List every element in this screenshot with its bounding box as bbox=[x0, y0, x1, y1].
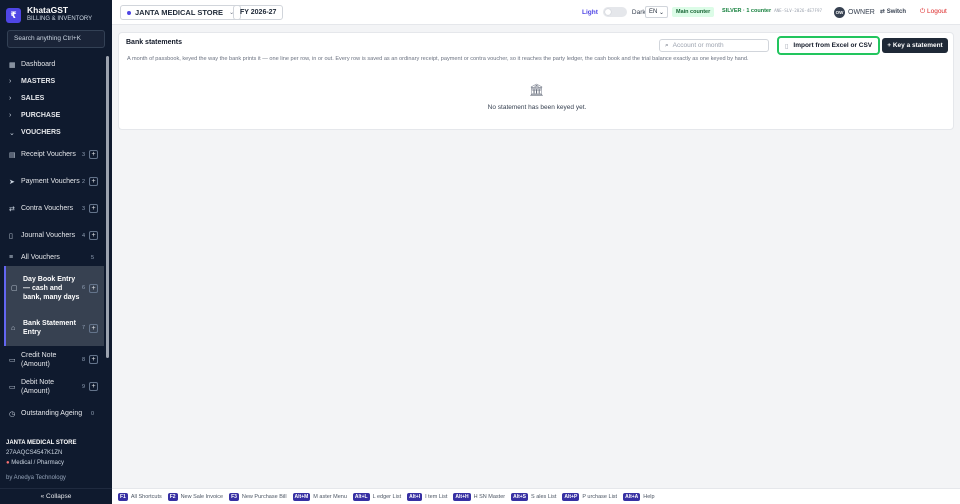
user-role: OWNER bbox=[848, 8, 875, 16]
receipt-icon: ▤ bbox=[9, 151, 16, 159]
shortcut-alt-h[interactable]: Alt+H H SN Master bbox=[453, 492, 505, 501]
note-icon: ▭ bbox=[9, 383, 16, 391]
shortcut-bar: F1 All Shortcuts F2 New Sale Invoice F3 New… bbox=[112, 488, 960, 504]
language-selector[interactable]: EN ⌄ bbox=[645, 6, 669, 18]
app-name: KhataGST bbox=[27, 5, 69, 15]
clock-icon: ◷ bbox=[9, 410, 16, 418]
license-code: ANE-SLV-2026-4E7F97 bbox=[774, 8, 823, 13]
grid-icon: ▦ bbox=[9, 61, 16, 69]
add-journal-voucher-button[interactable]: + bbox=[89, 231, 98, 240]
counter-badge: Main counter bbox=[672, 7, 715, 17]
sidebar-item-day-book-entry[interactable]: ▢ Day Book Entry — cash and bank, many d… bbox=[4, 266, 104, 310]
power-icon: ⏻ bbox=[920, 8, 926, 15]
shortcut-f3[interactable]: F3 New Purchase Bill bbox=[229, 492, 287, 501]
send-icon: ➤ bbox=[9, 178, 15, 186]
brand[interactable]: ₹ KhataGST BILLING & INVENTORY bbox=[6, 6, 92, 24]
pill-icon: ● bbox=[6, 460, 10, 466]
add-day-book-entry-button[interactable]: + bbox=[89, 283, 98, 293]
bank-statements-panel: Bank statements ⌕ Account or month ▯ Imp… bbox=[118, 32, 954, 130]
topbar: JANTA MEDICAL STORE ⌄ FY 2026-27 Light D… bbox=[112, 0, 960, 25]
chevron-right-icon: › bbox=[9, 112, 12, 119]
note-icon: ▭ bbox=[9, 356, 16, 364]
chevron-right-icon: › bbox=[9, 95, 12, 102]
key-statement-button[interactable]: + Key a statement bbox=[882, 38, 948, 53]
chevron-right-icon: › bbox=[9, 78, 12, 85]
page-description: A month of passbook, keyed the way the b… bbox=[127, 56, 749, 62]
sidebar-item-payment-vouchers[interactable]: ➤ Payment Vouchers 2 + bbox=[0, 168, 104, 195]
plan-info: SILVER · 1 counter ANE-SLV-2026-4E7F97 bbox=[722, 8, 823, 14]
store-name: JANTA MEDICAL STORE bbox=[6, 440, 77, 446]
bank-icon: ⌂ bbox=[11, 324, 16, 332]
add-contra-voucher-button[interactable]: + bbox=[89, 204, 98, 213]
sidebar-item-journal-vouchers[interactable]: ▯ Journal Vouchers 4 + bbox=[0, 222, 104, 249]
store-selector[interactable]: JANTA MEDICAL STORE ⌄ bbox=[120, 5, 242, 20]
shortcut-alt-a[interactable]: Alt+A Help bbox=[623, 492, 655, 501]
sidebar-item-sales[interactable]: › SALES bbox=[0, 90, 104, 107]
sidebar-item-debit-note[interactable]: ▭ Debit Note (Amount) 9 + bbox=[0, 373, 104, 400]
add-credit-note-button[interactable]: + bbox=[89, 355, 98, 364]
sidebar-nav: ▦ Dashboard › MASTERS › SALES › PURCHASE… bbox=[0, 56, 104, 427]
sidebar-item-masters[interactable]: › MASTERS bbox=[0, 73, 104, 90]
store-info: JANTA MEDICAL STORE 27AAQCS4547K1ZN ● Me… bbox=[6, 438, 76, 468]
sidebar-item-outstanding-ageing[interactable]: ◷ Outstanding Ageing 0 bbox=[0, 400, 104, 427]
sidebar-item-credit-note[interactable]: ▭ Credit Note (Amount) 8 + bbox=[0, 346, 104, 373]
shortcut-f2[interactable]: F2 New Sale Invoice bbox=[167, 492, 223, 501]
add-receipt-voucher-button[interactable]: + bbox=[89, 150, 98, 159]
theme-switch[interactable] bbox=[602, 7, 627, 17]
file-icon: ▯ bbox=[784, 42, 789, 50]
shortcut-alt-i[interactable]: Alt+I I tem List bbox=[407, 492, 447, 501]
book-icon: ▯ bbox=[9, 232, 13, 240]
avatar[interactable]: OW bbox=[834, 7, 845, 18]
store-type: Medical / Pharmacy bbox=[11, 460, 64, 466]
sidebar-item-all-vouchers[interactable]: ≡ All Vouchers 5 bbox=[0, 249, 104, 266]
sidebar: ₹ KhataGST BILLING & INVENTORY Search an… bbox=[0, 0, 112, 504]
store-dot-icon bbox=[127, 10, 131, 15]
switch-button[interactable]: ⇄ Switch bbox=[880, 8, 906, 15]
sidebar-item-purchase[interactable]: › PURCHASE bbox=[0, 107, 104, 124]
book-open-icon: ▢ bbox=[11, 285, 18, 292]
add-bank-statement-button[interactable]: + bbox=[89, 323, 98, 333]
statement-search-input[interactable]: ⌕ Account or month bbox=[659, 39, 769, 52]
list-icon: ≡ bbox=[9, 254, 14, 261]
sidebar-item-dashboard[interactable]: ▦ Dashboard bbox=[0, 56, 104, 73]
app-subtitle: BILLING & INVENTORY bbox=[27, 16, 93, 22]
shortcut-alt-m[interactable]: Alt+M M aster Menu bbox=[292, 492, 347, 501]
shortcut-alt-l[interactable]: Alt+L L edger List bbox=[352, 492, 401, 501]
swap-icon: ⇄ bbox=[9, 205, 15, 213]
fiscal-year-selector[interactable]: FY 2026-27 bbox=[233, 5, 284, 20]
shortcut-alt-s[interactable]: Alt+S S ales List bbox=[511, 492, 556, 501]
search-icon: ⌕ bbox=[665, 41, 669, 49]
page-title: Bank statements bbox=[126, 39, 183, 46]
add-debit-note-button[interactable]: + bbox=[89, 382, 98, 391]
bank-icon: 🏛 bbox=[529, 83, 545, 97]
vendor-credit: by Anedya Technology bbox=[6, 475, 66, 481]
add-payment-voucher-button[interactable]: + bbox=[89, 177, 98, 186]
sidebar-search-input[interactable]: Search anything Ctrl+K bbox=[7, 30, 105, 48]
sidebar-item-receipt-vouchers[interactable]: ▤ Receipt Vouchers 3 + bbox=[0, 141, 104, 168]
store-gstin: 27AAQCS4547K1ZN bbox=[6, 450, 63, 456]
logout-button[interactable]: ⏻ Logout bbox=[920, 8, 947, 16]
sidebar-scrollbar[interactable] bbox=[106, 56, 109, 358]
swap-icon: ⇄ bbox=[880, 9, 886, 15]
chevron-down-icon: ⌄ bbox=[659, 9, 665, 16]
chevron-down-icon: ⌄ bbox=[9, 129, 15, 137]
theme-toggle[interactable]: Light Dark bbox=[582, 7, 646, 17]
shortcut-f1[interactable]: F1 All Shortcuts bbox=[118, 492, 162, 501]
empty-state-text: No statement has been keyed yet. bbox=[487, 104, 587, 111]
sidebar-item-vouchers[interactable]: ⌄ VOUCHERS bbox=[0, 124, 104, 141]
shortcut-alt-p[interactable]: Alt+P P urchase List bbox=[562, 492, 617, 501]
sidebar-item-contra-vouchers[interactable]: ⇄ Contra Vouchers 3 + bbox=[0, 195, 104, 222]
import-excel-csv-button[interactable]: ▯ Import from Excel or CSV bbox=[777, 36, 880, 55]
rupee-logo-icon: ₹ bbox=[6, 7, 21, 23]
collapse-sidebar-button[interactable]: « Collapse bbox=[0, 488, 112, 504]
sidebar-item-bank-statement-entry[interactable]: ⌂ Bank Statement Entry 7 + bbox=[4, 310, 104, 346]
